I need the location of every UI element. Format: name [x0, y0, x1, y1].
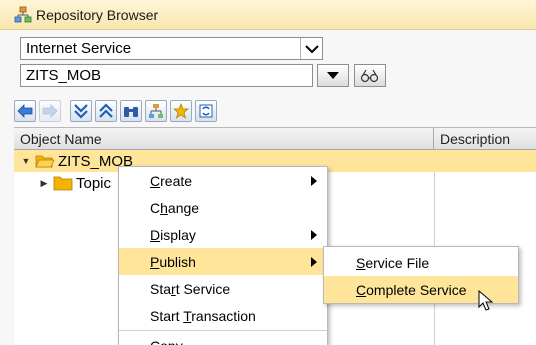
menu-item-label: Publish	[150, 253, 196, 270]
expand-icon	[99, 103, 113, 118]
hierarchy-icon	[149, 104, 163, 118]
object-name-dropdown-button[interactable]	[317, 64, 349, 87]
refresh-button[interactable]	[195, 100, 217, 122]
menu-item-label: Display	[150, 226, 196, 243]
menu-item-label: Complete Service	[356, 281, 467, 298]
glasses-icon	[360, 69, 379, 82]
expand-button[interactable]	[95, 100, 117, 122]
menu-item-create[interactable]: Create	[119, 167, 327, 194]
column-header-description[interactable]: Description	[434, 128, 536, 149]
menu-item-publish[interactable]: Publish	[119, 248, 327, 275]
refresh-icon	[199, 104, 213, 118]
menu-item-label: Service File	[356, 254, 430, 271]
display-button[interactable]	[354, 64, 386, 87]
window-titlebar: Repository Browser	[0, 0, 536, 30]
forward-button[interactable]	[39, 100, 61, 122]
context-menu: Create Change Display Publish Start Serv…	[118, 166, 328, 345]
back-icon	[17, 104, 33, 118]
mouse-cursor-icon	[478, 290, 494, 311]
forward-icon	[42, 104, 58, 118]
collapse-button[interactable]	[70, 100, 92, 122]
triangle-down-icon	[327, 71, 339, 79]
object-type-value: Internet Service	[26, 40, 132, 57]
menu-item-copy[interactable]: Copy	[119, 332, 327, 345]
object-type-dropdown[interactable]: Internet Service	[20, 37, 323, 60]
hierarchy-button[interactable]	[145, 100, 167, 122]
menu-item-display[interactable]: Display	[119, 221, 327, 248]
collapse-icon	[74, 104, 88, 119]
tree-header: Object Name Description	[14, 128, 536, 150]
menu-item-start-transaction[interactable]: Start Transaction	[119, 302, 327, 329]
browser-toolbar	[14, 99, 220, 123]
menu-item-label: Start Service	[150, 280, 231, 297]
dropdown-arrow-icon[interactable]	[300, 38, 322, 59]
submenu-arrow-icon	[311, 257, 317, 267]
column-header-object-name[interactable]: Object Name	[14, 128, 434, 149]
menu-item-label: Copy	[150, 338, 183, 345]
expand-arrow-icon[interactable]: ▶	[38, 178, 50, 189]
menu-item-service-file[interactable]: Service File	[324, 249, 518, 276]
menu-item-label: Change	[150, 199, 200, 216]
menu-item-start-service[interactable]: Start Service	[119, 275, 327, 302]
open-folder-icon	[35, 155, 55, 168]
object-name-input[interactable]: ZITS_MOB	[20, 64, 313, 87]
menu-item-change[interactable]: Change	[119, 194, 327, 221]
submenu-arrow-icon	[311, 176, 317, 186]
star-icon	[173, 103, 189, 119]
menu-item-label: Start Transaction	[150, 307, 256, 324]
binoculars-icon	[124, 107, 138, 117]
submenu-arrow-icon	[311, 230, 317, 240]
find-button[interactable]	[120, 100, 142, 122]
menu-item-label: Create	[150, 172, 193, 189]
folder-icon	[53, 176, 73, 191]
window-title: Repository Browser	[36, 6, 159, 23]
menu-separator	[119, 330, 327, 331]
hierarchy-icon	[14, 6, 32, 22]
tree-node-label: Topic	[76, 174, 112, 192]
favorites-button[interactable]	[170, 100, 192, 122]
collapse-arrow-icon[interactable]: ▼	[20, 156, 32, 166]
back-button[interactable]	[14, 100, 36, 122]
